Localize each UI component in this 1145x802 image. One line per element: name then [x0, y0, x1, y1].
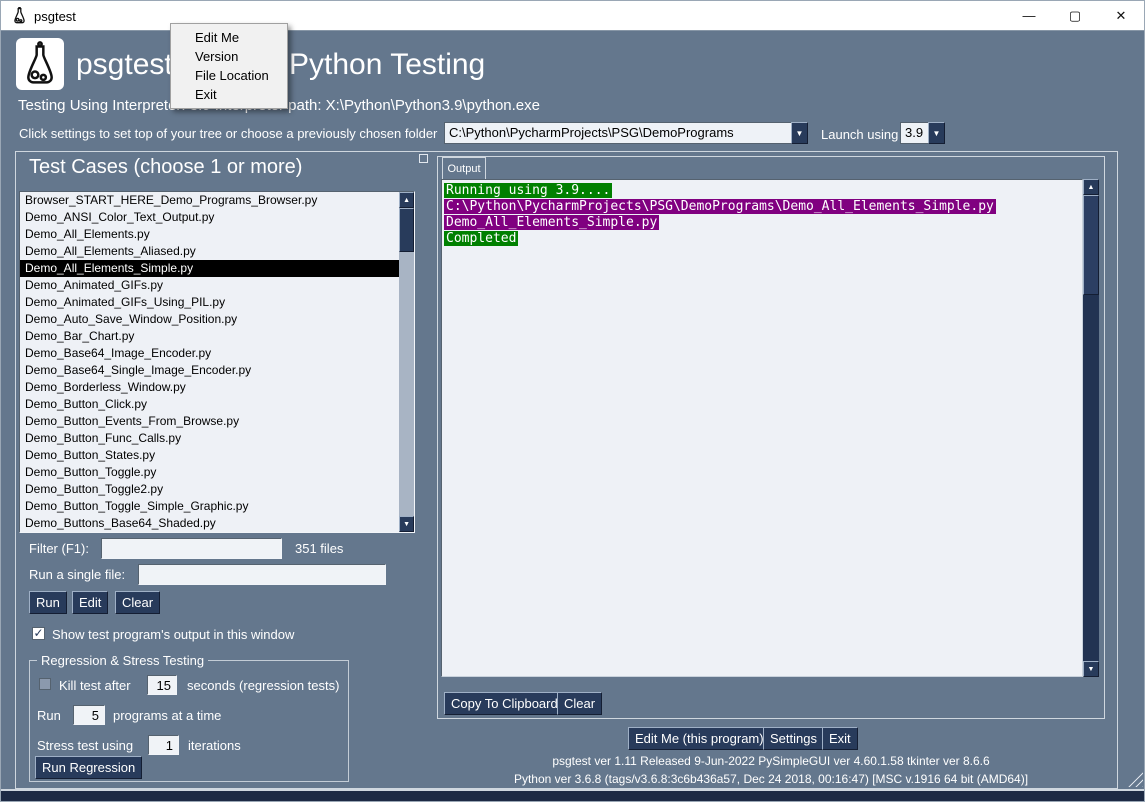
list-item[interactable]: Demo_Button_Func_Calls.py	[20, 430, 399, 447]
page-title-left: psgtest	[76, 48, 173, 82]
listbox-scrollbar[interactable]: ▲ ▼	[399, 192, 414, 532]
regression-frame-title: Regression & Stress Testing	[37, 653, 208, 668]
output-line: Running using 3.9....	[444, 183, 1080, 199]
output-line: Demo_All_Elements_Simple.py	[444, 215, 1080, 231]
run-button[interactable]: Run	[29, 591, 67, 614]
output-line: C:\Python\PycharmProjects\PSG\DemoProgra…	[444, 199, 1080, 215]
chevron-down-icon[interactable]: ▼	[928, 122, 945, 144]
window-title: psgtest	[34, 9, 76, 24]
list-item[interactable]: Demo_Auto_Save_Window_Position.py	[20, 311, 399, 328]
single-file-label: Run a single file:	[29, 567, 125, 582]
kill-test-suffix: seconds (regression tests)	[187, 678, 339, 693]
flask-icon	[11, 7, 28, 24]
launch-version-value[interactable]: 3.9	[900, 122, 928, 144]
list-item[interactable]: Demo_Button_Events_From_Browse.py	[20, 413, 399, 430]
edit-button[interactable]: Edit	[72, 591, 108, 614]
list-item[interactable]: Demo_Animated_GIFs_Using_PIL.py	[20, 294, 399, 311]
psgtest-window: psgtest — ▢ ✕ psgtest Python Testing Tes…	[0, 0, 1145, 802]
scroll-up-icon[interactable]: ▲	[399, 192, 414, 208]
list-item[interactable]: Demo_Button_Toggle2.py	[20, 481, 399, 498]
close-button[interactable]: ✕	[1098, 1, 1144, 30]
minimize-button[interactable]: —	[1006, 1, 1052, 30]
menu-item-version[interactable]: Version	[171, 47, 287, 66]
filter-label: Filter (F1):	[29, 541, 89, 556]
list-item[interactable]: Browser_START_HERE_Demo_Programs_Browser…	[20, 192, 399, 209]
menu-item-file-location[interactable]: File Location	[171, 66, 287, 85]
maximize-button[interactable]: ▢	[1052, 1, 1098, 30]
version-line-2: Python ver 3.6.8 (tags/v3.6.8:3c6b436a57…	[437, 772, 1105, 786]
menu-item-edit-me[interactable]: Edit Me	[171, 28, 287, 47]
kill-test-checkbox[interactable]	[39, 678, 51, 690]
output-clear-button[interactable]: Clear	[557, 692, 602, 715]
list-item[interactable]: Demo_Base64_Single_Image_Encoder.py	[20, 362, 399, 379]
filter-input[interactable]	[101, 538, 282, 559]
output-text-area[interactable]: Running using 3.9.... C:\Python\PycharmP…	[441, 179, 1083, 677]
window-bottom-strip	[1, 791, 1145, 802]
list-item[interactable]: Demo_Bar_Chart.py	[20, 328, 399, 345]
run-count-label: Run	[37, 708, 61, 723]
single-file-input[interactable]	[138, 564, 386, 585]
file-count: 351 files	[295, 541, 343, 556]
copy-to-clipboard-button[interactable]: Copy To Clipboard	[444, 692, 565, 715]
show-output-checkbox[interactable]: ✓	[32, 627, 45, 640]
list-item[interactable]: Demo_ANSI_Color_Text_Output.py	[20, 209, 399, 226]
app-menu: Edit Me Version File Location Exit	[170, 23, 288, 109]
menu-item-exit[interactable]: Exit	[171, 85, 287, 104]
list-item[interactable]: Demo_All_Elements_Aliased.py	[20, 243, 399, 260]
folder-combo[interactable]: C:\Python\PycharmProjects\PSG\DemoProgra…	[444, 122, 808, 144]
list-item[interactable]: Demo_Button_Toggle.py	[20, 464, 399, 481]
app-logo	[16, 38, 64, 90]
resize-grip[interactable]	[1125, 769, 1143, 787]
scroll-down-icon[interactable]: ▼	[1083, 661, 1099, 677]
edit-me-button[interactable]: Edit Me (this program)	[628, 727, 771, 750]
list-item[interactable]: Demo_All_Elements.py	[20, 226, 399, 243]
scroll-down-icon[interactable]: ▼	[399, 516, 414, 532]
tab-output[interactable]: Output	[442, 157, 486, 179]
list-item-selected[interactable]: Demo_All_Elements_Simple.py	[20, 260, 399, 277]
output-scrollbar[interactable]: ▲ ▼	[1083, 179, 1099, 677]
launch-version-combo[interactable]: 3.9 ▼	[900, 122, 945, 144]
settings-button[interactable]: Settings	[763, 727, 824, 750]
folder-combo-value[interactable]: C:\Python\PycharmProjects\PSG\DemoProgra…	[444, 122, 791, 144]
stress-label: Stress test using	[37, 738, 133, 753]
kill-seconds-input[interactable]	[147, 675, 177, 695]
pane-sash-grip[interactable]	[419, 154, 428, 163]
list-item[interactable]: Demo_Borderless_Window.py	[20, 379, 399, 396]
kill-test-label: Kill test after	[59, 678, 131, 693]
run-count-input[interactable]	[73, 705, 105, 725]
listbox-scroll-thumb[interactable]	[399, 208, 414, 252]
chevron-down-icon[interactable]: ▼	[791, 122, 808, 144]
version-line-1: psgtest ver 1.11 Released 9-Jun-2022 PyS…	[437, 754, 1105, 768]
list-item[interactable]: Demo_Button_States.py	[20, 447, 399, 464]
run-count-suffix: programs at a time	[113, 708, 221, 723]
launch-using-label: Launch using	[821, 127, 898, 142]
show-output-label: Show test program's output in this windo…	[52, 627, 294, 642]
run-regression-button[interactable]: Run Regression	[35, 756, 142, 779]
output-scroll-thumb[interactable]	[1083, 195, 1099, 295]
settings-hint: Click settings to set top of your tree o…	[19, 126, 437, 141]
clear-button[interactable]: Clear	[115, 591, 160, 614]
list-item[interactable]: Demo_Button_Toggle_Simple_Graphic.py	[20, 498, 399, 515]
output-line: Completed	[444, 231, 1080, 247]
test-cases-title: Test Cases (choose 1 or more)	[29, 156, 302, 179]
exit-button[interactable]: Exit	[822, 727, 858, 750]
list-item[interactable]: Demo_Buttons_Base64_Shaded.py	[20, 515, 399, 532]
list-item[interactable]: Demo_Base64_Image_Encoder.py	[20, 345, 399, 362]
scroll-up-icon[interactable]: ▲	[1083, 179, 1099, 195]
stress-iterations-input[interactable]	[148, 735, 179, 755]
test-cases-listbox[interactable]: Browser_START_HERE_Demo_Programs_Browser…	[19, 191, 415, 533]
list-item[interactable]: Demo_Animated_GIFs.py	[20, 277, 399, 294]
stress-suffix: iterations	[188, 738, 241, 753]
page-title-right: Python Testing	[289, 48, 485, 82]
list-item[interactable]: Demo_Button_Click.py	[20, 396, 399, 413]
